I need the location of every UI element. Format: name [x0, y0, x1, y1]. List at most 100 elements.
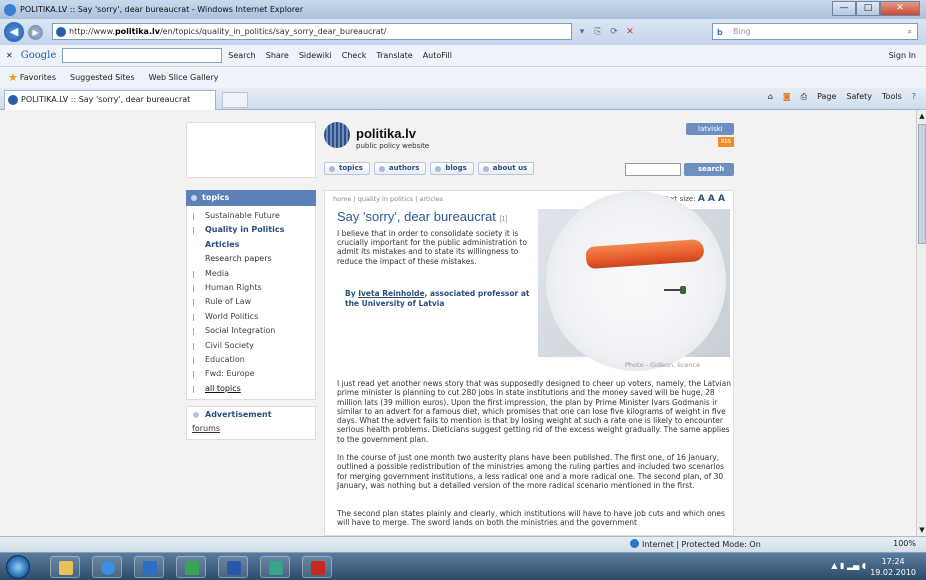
dropdown-icon[interactable]: ▾ — [574, 24, 590, 40]
language-button[interactable]: latviski — [686, 123, 734, 135]
topic-quality-in-politics[interactable]: Quality in Politics — [187, 223, 315, 237]
article-lead: I believe that in order to consolidate s… — [337, 229, 527, 266]
sidewiki-button[interactable]: Sidewiki — [299, 51, 332, 60]
taskbar-media[interactable] — [134, 556, 164, 578]
site-tagline: public policy website — [356, 142, 430, 150]
taskbar-explorer[interactable] — [50, 556, 80, 578]
google-search-button[interactable]: Search — [228, 51, 255, 60]
suggested-sites-link[interactable]: Suggested Sites — [70, 73, 135, 82]
page-menu[interactable]: Page — [817, 92, 836, 102]
search-icon[interactable]: ⌕ — [908, 24, 912, 39]
article-paragraph-3: The second plan states plainly and clear… — [337, 509, 725, 528]
topic-education[interactable]: Education — [187, 353, 315, 367]
ie-taskbar-icon — [101, 561, 115, 575]
network-icon — [185, 561, 199, 575]
scroll-thumb[interactable] — [918, 124, 926, 244]
forums-link[interactable]: forums — [187, 419, 315, 433]
google-search-input[interactable] — [62, 48, 223, 63]
forward-button[interactable]: ▶ — [28, 24, 43, 40]
topic-social-integration[interactable]: Social Integration — [187, 324, 315, 338]
new-tab-button[interactable] — [222, 92, 248, 108]
carrot-top-image — [664, 286, 686, 294]
translate-button[interactable]: Translate — [376, 51, 412, 60]
print-icon[interactable]: ⎙ — [801, 92, 807, 102]
rss-icon[interactable]: RSS — [718, 137, 734, 147]
scroll-up-icon[interactable]: ▲ — [917, 110, 926, 122]
maximize-button[interactable]: □ — [856, 1, 880, 16]
site-search-button[interactable]: search — [684, 163, 734, 176]
topic-sustainable-future[interactable]: Sustainable Future — [187, 209, 315, 223]
safety-menu[interactable]: Safety — [846, 92, 872, 102]
minimize-button[interactable]: — — [832, 1, 856, 16]
nav-topics[interactable]: topics — [324, 162, 370, 175]
check-button[interactable]: Check — [342, 51, 367, 60]
acrobat-icon — [311, 561, 325, 575]
bing-search-input[interactable]: b Bing ⌕ — [712, 23, 918, 40]
taskbar-network[interactable] — [176, 556, 206, 578]
site-name[interactable]: politika.lv — [356, 126, 416, 141]
close-button[interactable]: ✕ — [880, 1, 920, 16]
stop-icon[interactable]: ✕ — [622, 24, 638, 40]
window-controls: — □ ✕ — [832, 1, 920, 16]
nav-blogs[interactable]: blogs — [430, 162, 474, 175]
topic-civil-society[interactable]: Civil Society — [187, 339, 315, 353]
topic-world-politics[interactable]: World Politics — [187, 310, 315, 324]
start-button[interactable] — [6, 555, 30, 579]
tray-icons[interactable]: ▲ ▮ ▂▄ ◖ — [831, 561, 866, 570]
home-icon[interactable]: ⌂ — [768, 92, 773, 102]
signin-button[interactable]: Sign In — [889, 51, 916, 60]
photo-credit: Photo - Gideon, licence — [625, 361, 701, 369]
text-size-buttons[interactable]: A A A — [698, 194, 725, 204]
topic-articles[interactable]: Articles — [187, 238, 315, 252]
window-titlebar: POLITIKA.LV :: Say 'sorry', dear bureauc… — [0, 0, 926, 19]
scroll-down-icon[interactable]: ▼ — [917, 524, 926, 536]
taskbar-ie[interactable] — [92, 556, 122, 578]
address-input[interactable]: http://www.politika.lv/en/topics/quality… — [52, 23, 572, 40]
clock[interactable]: 17:24 19.02.2010 — [870, 556, 916, 578]
advertisement-box: Advertisement forums — [186, 406, 316, 440]
web-slice-gallery-link[interactable]: Web Slice Gallery — [149, 73, 219, 82]
share-button[interactable]: Share — [266, 51, 289, 60]
taskbar-acrobat[interactable] — [302, 556, 332, 578]
bing-placeholder: Bing — [733, 27, 751, 36]
zoom-level[interactable]: 100% — [893, 539, 916, 548]
plate-image — [546, 191, 726, 371]
breadcrumb[interactable]: home | quality in politics | articles — [333, 195, 443, 203]
compat-view-icon[interactable]: ⎘ — [590, 24, 606, 40]
topic-rule-of-law[interactable]: Rule of Law — [187, 295, 315, 309]
refresh-icon[interactable]: ⟳ — [606, 24, 622, 40]
banner-placeholder — [186, 122, 316, 178]
feeds-icon[interactable]: ◙ — [783, 92, 791, 102]
site-search-input[interactable] — [625, 163, 681, 176]
taskbar-app[interactable] — [260, 556, 290, 578]
command-bar: ⌂ ◙ ⎙ Page Safety Tools ? — [758, 92, 916, 102]
ie-icon — [4, 3, 16, 16]
topic-research-papers[interactable]: Research papers — [187, 252, 315, 266]
site-logo-icon[interactable] — [324, 122, 350, 148]
article-paragraph-2: In the course of just one month two aust… — [337, 453, 725, 490]
nav-authors[interactable]: authors — [373, 162, 427, 175]
article-title-text: Say 'sorry', dear bureaucrat — [337, 209, 496, 224]
security-zone[interactable]: Internet | Protected Mode: On — [630, 539, 761, 549]
autofill-button[interactable]: AutoFill — [423, 51, 452, 60]
back-button[interactable]: ◀ — [4, 22, 24, 42]
topic-fwd-europe[interactable]: Fwd: Europe — [187, 367, 315, 381]
nav-about-us[interactable]: about us — [477, 162, 535, 175]
close-toolbar-icon[interactable]: ✕ — [6, 51, 13, 60]
topic-human-rights[interactable]: Human Rights — [187, 281, 315, 295]
taskbar-word[interactable] — [218, 556, 248, 578]
comment-count[interactable]: [1] — [500, 216, 508, 223]
help-icon[interactable]: ? — [912, 92, 916, 102]
active-tab[interactable]: POLITIKA.LV :: Say 'sorry', dear bureauc… — [4, 90, 216, 110]
author-link[interactable]: Iveta Reinholde — [358, 289, 424, 298]
windows-taskbar: ▲ ▮ ▂▄ ◖ 17:24 19.02.2010 — [0, 552, 926, 580]
app-icon — [269, 561, 283, 575]
vertical-scrollbar[interactable]: ▲ ▼ — [916, 110, 926, 536]
tools-menu[interactable]: Tools — [882, 92, 902, 102]
address-bar-row: ◀ ▶ http://www.politika.lv/en/topics/qua… — [0, 19, 926, 45]
topic-media[interactable]: Media — [187, 267, 315, 281]
favorites-button[interactable]: Favorites — [20, 73, 56, 82]
topics-header: topics — [186, 190, 316, 206]
topic-all-topics[interactable]: all topics — [187, 382, 315, 396]
article-photo — [538, 191, 730, 371]
